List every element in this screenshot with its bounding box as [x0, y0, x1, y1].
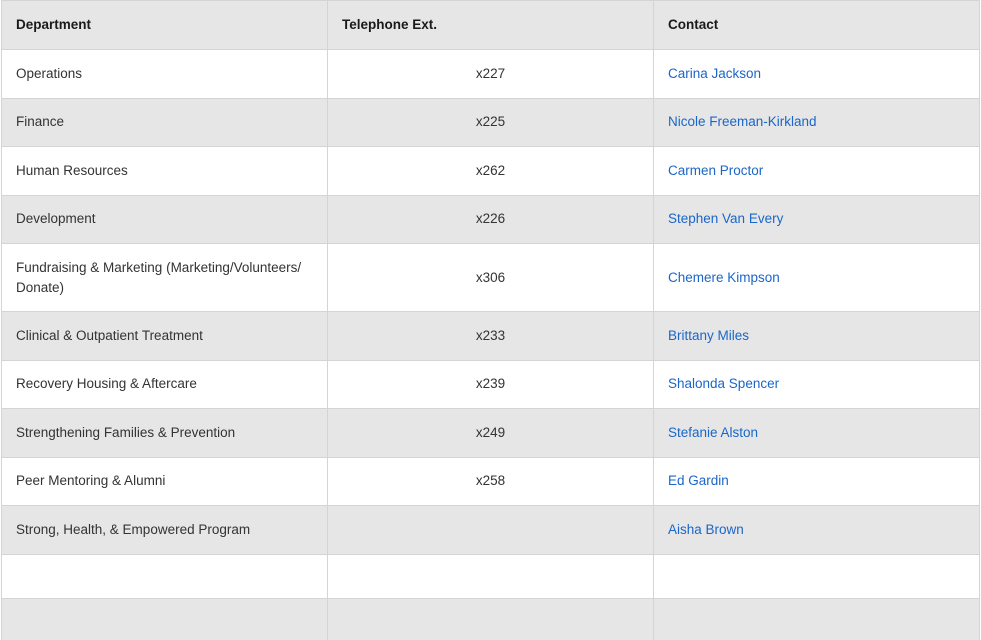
- extension-cell: x226: [327, 194, 654, 244]
- contact-cell: Nicole Freeman-Kirkland: [653, 97, 980, 147]
- header-telephone-ext: Telephone Ext.: [327, 0, 654, 50]
- table-row: Strong, Health, & Empowered Program Aish…: [1, 505, 980, 555]
- table-row: Development x226 Stephen Van Every: [1, 194, 980, 244]
- contact-link[interactable]: Brittany Miles: [668, 328, 749, 343]
- contact-link[interactable]: Stephen Van Every: [668, 211, 783, 226]
- department-cell: Development: [1, 194, 328, 244]
- header-row: Department Telephone Ext. Contact: [1, 0, 980, 50]
- contact-link[interactable]: Nicole Freeman-Kirkland: [668, 114, 817, 129]
- table-row: Operations x227 Carina Jackson: [1, 49, 980, 99]
- department-cell: Fundraising & Marketing (Marketing/Volun…: [1, 243, 328, 312]
- contact-cell: Ed Gardin: [653, 456, 980, 506]
- department-contacts-table-wrapper: Department Telephone Ext. Contact Operat…: [0, 0, 980, 640]
- table-row-empty: [1, 553, 980, 599]
- contact-cell: Carina Jackson: [653, 49, 980, 99]
- table-body: Operations x227 Carina Jackson Finance x…: [1, 49, 980, 640]
- table-row: Strengthening Families & Prevention x249…: [1, 408, 980, 458]
- extension-cell: x227: [327, 49, 654, 99]
- extension-cell: [327, 553, 654, 599]
- contact-cell: [653, 597, 980, 640]
- contact-link[interactable]: Ed Gardin: [668, 473, 729, 488]
- contact-link[interactable]: Carmen Proctor: [668, 163, 763, 178]
- extension-cell: x233: [327, 311, 654, 361]
- contact-cell: Stephen Van Every: [653, 194, 980, 244]
- contact-link[interactable]: Chemere Kimpson: [668, 270, 780, 285]
- contact-cell: Shalonda Spencer: [653, 359, 980, 409]
- department-cell: Strong, Health, & Empowered Program: [1, 505, 328, 555]
- extension-cell: [327, 597, 654, 640]
- table-header: Department Telephone Ext. Contact: [1, 0, 980, 50]
- department-cell: [1, 553, 328, 599]
- extension-cell: x258: [327, 456, 654, 506]
- table-row-empty: [1, 597, 980, 640]
- department-cell: Peer Mentoring & Alumni: [1, 456, 328, 506]
- contact-link[interactable]: Stefanie Alston: [668, 425, 758, 440]
- extension-cell: x239: [327, 359, 654, 409]
- extension-cell: x225: [327, 97, 654, 147]
- table-row: Human Resources x262 Carmen Proctor: [1, 146, 980, 196]
- contact-cell: Aisha Brown: [653, 505, 980, 555]
- department-cell: Human Resources: [1, 146, 328, 196]
- extension-cell: x306: [327, 243, 654, 312]
- header-contact: Contact: [653, 0, 980, 50]
- department-cell: Clinical & Outpatient Treatment: [1, 311, 328, 361]
- department-cell: Strengthening Families & Prevention: [1, 408, 328, 458]
- department-cell: [1, 597, 328, 640]
- table-row: Fundraising & Marketing (Marketing/Volun…: [1, 243, 980, 312]
- contact-link[interactable]: Aisha Brown: [668, 522, 744, 537]
- department-cell: Operations: [1, 49, 328, 99]
- table-row: Recovery Housing & Aftercare x239 Shalon…: [1, 359, 980, 409]
- extension-cell: x262: [327, 146, 654, 196]
- table-row: Finance x225 Nicole Freeman-Kirkland: [1, 97, 980, 147]
- contact-cell: Brittany Miles: [653, 311, 980, 361]
- department-cell: Recovery Housing & Aftercare: [1, 359, 328, 409]
- extension-cell: [327, 505, 654, 555]
- department-cell: Finance: [1, 97, 328, 147]
- table-row: Clinical & Outpatient Treatment x233 Bri…: [1, 311, 980, 361]
- contact-cell: [653, 553, 980, 599]
- contact-cell: Chemere Kimpson: [653, 243, 980, 312]
- table-row: Peer Mentoring & Alumni x258 Ed Gardin: [1, 456, 980, 506]
- header-department: Department: [1, 0, 328, 50]
- contact-link[interactable]: Shalonda Spencer: [668, 376, 779, 391]
- contact-cell: Carmen Proctor: [653, 146, 980, 196]
- contact-cell: Stefanie Alston: [653, 408, 980, 458]
- extension-cell: x249: [327, 408, 654, 458]
- contact-link[interactable]: Carina Jackson: [668, 66, 761, 81]
- department-contacts-table: Department Telephone Ext. Contact Operat…: [1, 0, 980, 640]
